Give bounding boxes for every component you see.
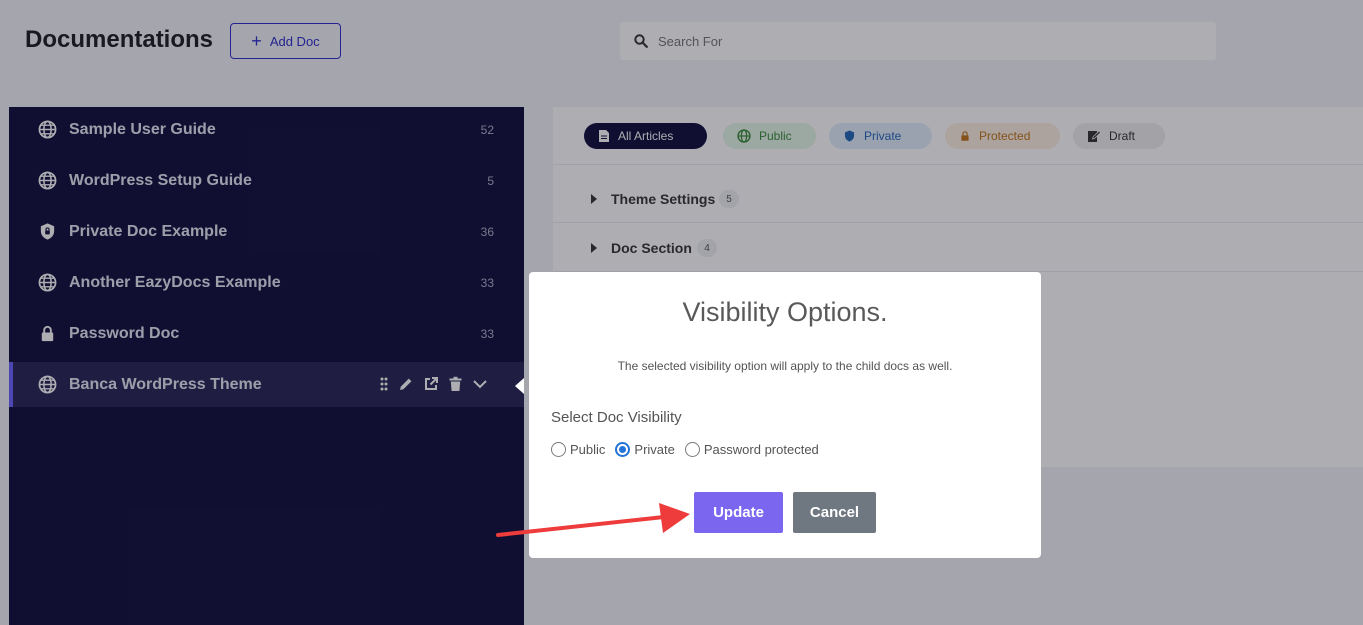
update-button[interactable]: Update (694, 492, 783, 533)
radio-private[interactable]: Private (615, 442, 675, 457)
radio-public-input[interactable] (551, 442, 566, 457)
modal-title: Visibility Options. (682, 297, 888, 327)
radio-label: Password protected (703, 442, 819, 457)
radio-password-protected[interactable]: Password protected (684, 442, 819, 457)
radio-label: Private (634, 442, 675, 457)
visibility-options-modal: Visibility Options. The selected visibil… (529, 272, 1041, 558)
cancel-button[interactable]: Cancel (793, 492, 876, 533)
radio-password-protected-input[interactable] (684, 442, 700, 457)
radio-public[interactable]: Public (551, 442, 605, 457)
modal-description: The selected visibility option will appl… (617, 359, 953, 373)
radio-private-input[interactable] (615, 442, 631, 457)
visibility-radio-group: Public Private Password protected (551, 442, 829, 457)
radio-label: Public (570, 442, 606, 457)
modal-pointer (515, 378, 524, 394)
select-visibility-label: Select Doc Visibility (551, 409, 682, 426)
